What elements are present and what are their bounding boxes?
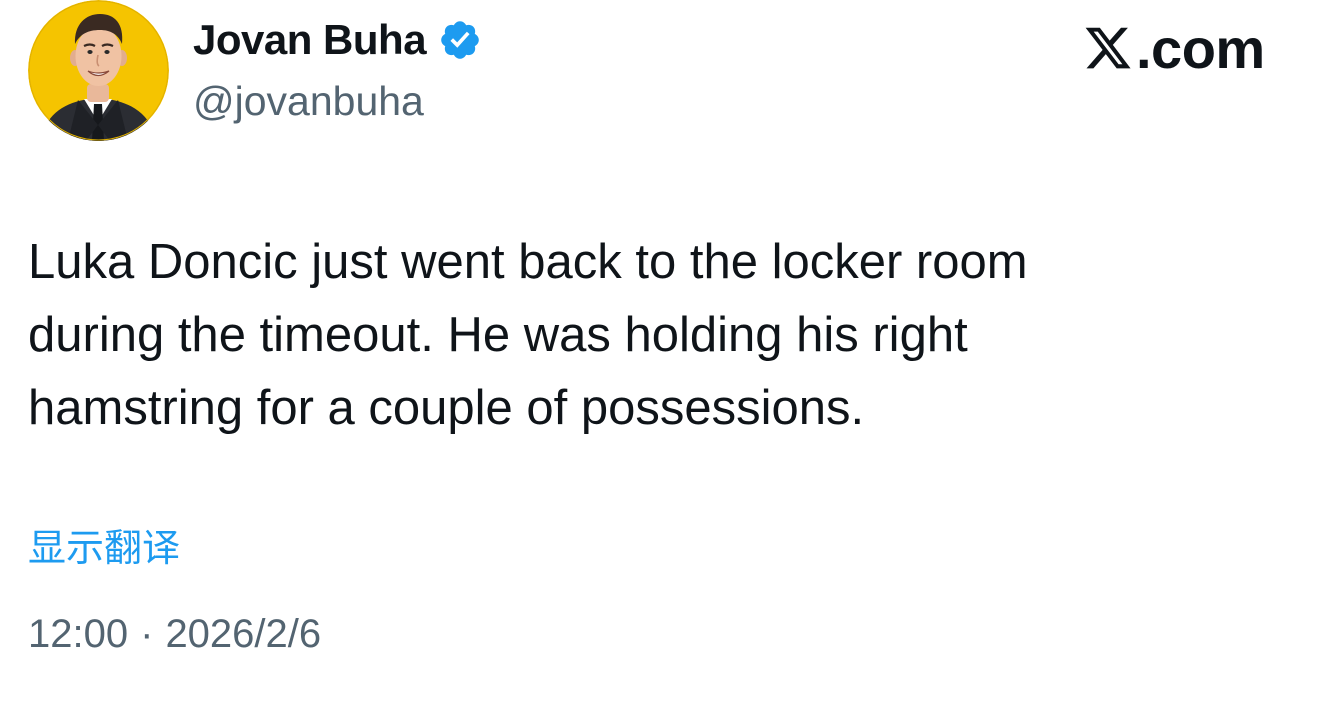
tweet-text-line: during the timeout. He was holding his r… <box>28 308 968 362</box>
verified-badge-icon <box>441 21 479 59</box>
tweet-card: Jovan Buha @jovanbuha .com Luka Doncic j… <box>0 0 1320 715</box>
cartoon-avatar-icon <box>28 0 169 141</box>
author-handle[interactable]: @jovanbuha <box>193 78 424 125</box>
tweet-date: 2026/2/6 <box>165 612 322 656</box>
author-name-row: Jovan Buha <box>193 14 482 66</box>
tweet-time: 12:00 <box>28 612 129 656</box>
brand-domain-label: .com <box>1136 16 1265 80</box>
meta-separator: · <box>140 612 154 656</box>
avatar[interactable] <box>28 0 169 141</box>
show-translation-link[interactable]: 显示翻译 <box>28 517 180 572</box>
tweet-text-line: Luka Doncic just went back to the locker… <box>28 235 1028 289</box>
x-logo-icon <box>1085 27 1131 69</box>
tweet-text: Luka Doncic just went back to the locker… <box>28 226 1298 445</box>
x-com-watermark: .com <box>1082 16 1265 80</box>
tweet-timestamp[interactable]: 12:00 · 2026/2/6 <box>28 612 321 657</box>
author-display-name[interactable]: Jovan Buha <box>193 16 427 64</box>
tweet-text-line: hamstring for a couple of possessions. <box>28 381 865 435</box>
